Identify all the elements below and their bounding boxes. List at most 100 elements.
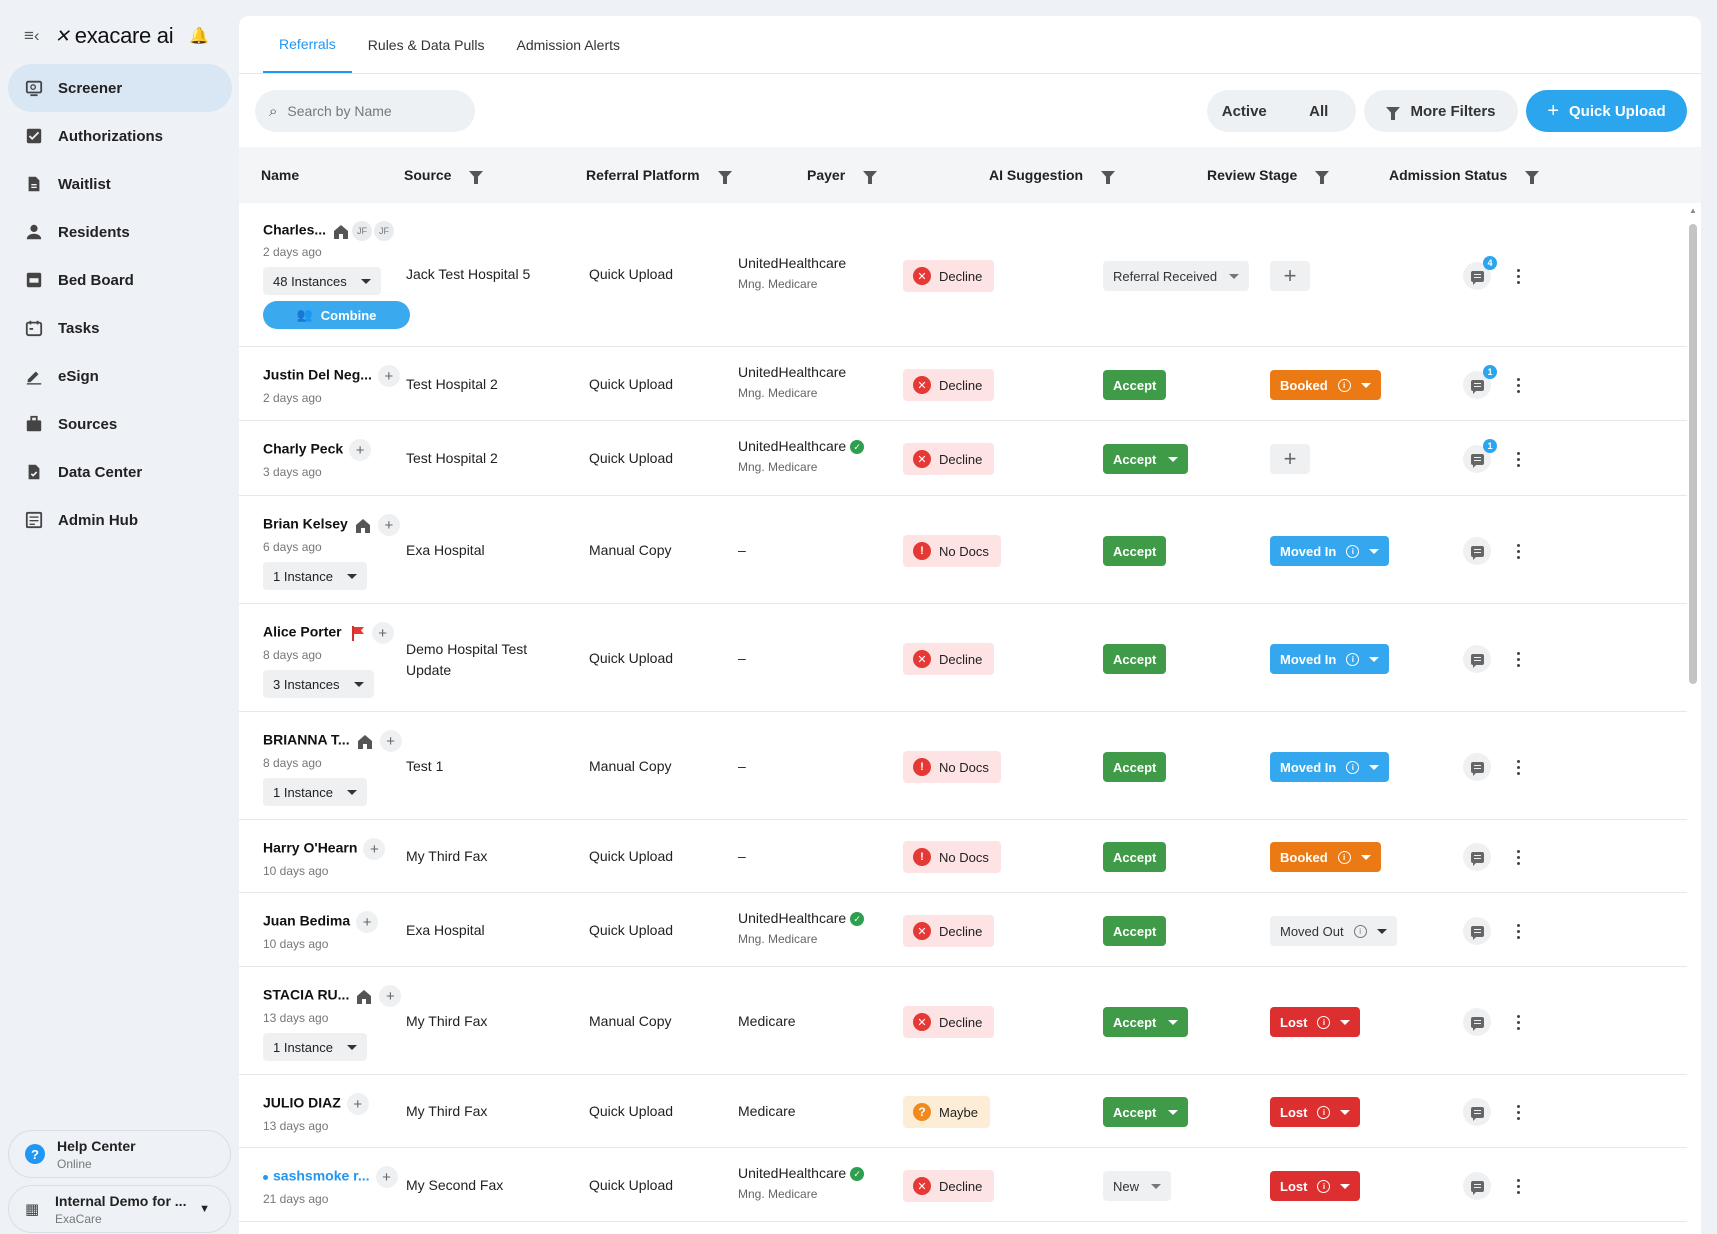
column-header-name[interactable]: Name (261, 147, 299, 203)
table-row[interactable]: Justin Del Neg... + 2 days ago Test Hospi… (239, 347, 1687, 421)
admission-status-dropdown[interactable]: Booked i (1270, 370, 1381, 400)
admission-status-dropdown[interactable]: Moved In i (1270, 536, 1390, 566)
resident-name[interactable]: Justin Del Neg... (263, 367, 372, 383)
table-row[interactable]: Charly Peck + 3 days ago Test Hospital 2 … (239, 421, 1687, 496)
column-header-source[interactable]: Source (404, 147, 484, 203)
table-row[interactable]: Brian Kelsey + 6 days ago 1 Instance Exa … (239, 496, 1687, 604)
review-stage-dropdown[interactable]: Accept (1103, 1007, 1189, 1037)
quick-upload-button[interactable]: + Quick Upload (1526, 90, 1687, 132)
table-row[interactable]: Juan Bedima + 10 days ago Exa Hospital Qu… (239, 893, 1687, 967)
sidebar-item-sources[interactable]: Sources (8, 400, 232, 448)
review-stage-button[interactable]: Accept (1103, 842, 1167, 872)
add-assignee-button[interactable]: + (363, 838, 386, 860)
search-input[interactable] (287, 103, 448, 119)
comments-button[interactable]: 4 (1463, 256, 1497, 290)
admission-status-dropdown[interactable]: Lost i (1270, 1171, 1361, 1201)
tab-admission-alerts[interactable]: Admission Alerts (501, 16, 636, 73)
comments-button[interactable] (1463, 917, 1491, 945)
sidebar-item-waitlist[interactable]: Waitlist (8, 160, 232, 208)
ai-suggestion-badge[interactable]: ! No Docs (903, 841, 1001, 873)
sidebar-item-data-center[interactable]: Data Center (8, 448, 232, 496)
ai-suggestion-badge[interactable]: ! No Docs (903, 535, 1001, 567)
combine-button[interactable]: 👥 Combine (263, 301, 410, 329)
review-stage-dropdown[interactable]: New (1103, 1171, 1172, 1201)
comments-button[interactable] (1463, 1172, 1491, 1200)
admission-status-dropdown[interactable]: Moved Out i (1270, 916, 1397, 946)
assignee-avatar[interactable]: JF (374, 221, 395, 241)
filter-active-button[interactable]: Active (1207, 103, 1282, 120)
add-admission-status-button[interactable]: + (1270, 444, 1310, 474)
admission-status-dropdown[interactable]: Lost i (1270, 1097, 1361, 1127)
column-header-review-stage[interactable]: Review Stage (1207, 147, 1330, 203)
more-options-icon[interactable] (1508, 537, 1528, 565)
add-assignee-button[interactable]: + (356, 911, 379, 933)
more-options-icon[interactable] (1508, 371, 1528, 399)
review-stage-button[interactable]: Accept (1103, 916, 1167, 946)
table-row[interactable]: JULIO DIAZ + 13 days ago My Third Fax Qui… (239, 1075, 1687, 1148)
column-header-admission-status[interactable]: Admission Status (1389, 147, 1540, 203)
scrollbar[interactable] (1689, 210, 1697, 1234)
comments-button[interactable] (1463, 537, 1491, 565)
review-stage-button[interactable]: Accept (1103, 644, 1167, 674)
notification-bell-icon[interactable]: 🔔 (189, 26, 209, 46)
table-row[interactable]: Alice Porter + 8 days ago 3 Instances Dem… (239, 604, 1687, 712)
admission-status-dropdown[interactable]: Moved In i (1270, 752, 1390, 782)
more-options-icon[interactable] (1508, 917, 1528, 945)
more-options-icon[interactable] (1508, 1172, 1528, 1200)
ai-suggestion-badge[interactable]: ✕ Decline (903, 643, 995, 675)
instances-dropdown[interactable]: 1 Instance (263, 562, 367, 590)
comments-button[interactable] (1463, 753, 1491, 781)
resident-name[interactable]: sashsmoke r... (273, 1168, 370, 1184)
ai-suggestion-badge[interactable]: ✕ Decline (903, 1006, 995, 1038)
more-options-icon[interactable] (1508, 843, 1528, 871)
sidebar-item-admin-hub[interactable]: Admin Hub (8, 496, 232, 544)
ai-suggestion-badge[interactable]: ? Maybe (903, 1096, 991, 1128)
add-assignee-button[interactable]: + (379, 730, 402, 752)
help-center-button[interactable]: ? Help Center Online (8, 1130, 231, 1178)
column-header-payer[interactable]: Payer (807, 147, 878, 203)
sidebar-item-bed-board[interactable]: Bed Board (8, 256, 232, 304)
ai-suggestion-badge[interactable]: ✕ Decline (903, 443, 995, 475)
comments-button[interactable] (1463, 645, 1491, 673)
table-row[interactable]: BRIANNA T... + 8 days ago 1 Instance Test… (239, 712, 1687, 820)
review-stage-button[interactable]: Accept (1103, 536, 1167, 566)
review-stage-dropdown[interactable]: Accept (1103, 1097, 1189, 1127)
resident-name[interactable]: JULIO DIAZ (263, 1095, 341, 1111)
table-row[interactable]: Harry O'Hearn + 10 days ago My Third Fax … (239, 820, 1687, 893)
organization-switcher[interactable]: ▦ Internal Demo for ... ExaCare ▼ (8, 1185, 231, 1233)
resident-name[interactable]: Alice Porter (263, 624, 342, 640)
table-row[interactable]: sashsmoke r... + 21 days ago My Second Fa… (239, 1148, 1687, 1222)
add-assignee-button[interactable]: + (349, 439, 372, 461)
more-options-icon[interactable] (1508, 445, 1528, 473)
resident-name[interactable]: Harry O'Hearn (263, 840, 357, 856)
ai-suggestion-badge[interactable]: ✕ Decline (903, 260, 995, 292)
instances-dropdown[interactable]: 48 Instances (263, 267, 381, 295)
assignee-avatar[interactable]: JF (352, 221, 373, 241)
more-filters-button[interactable]: More Filters (1364, 90, 1518, 132)
ai-suggestion-badge[interactable]: ! No Docs (903, 751, 1001, 783)
add-assignee-button[interactable]: + (377, 365, 400, 387)
resident-name[interactable]: Juan Bedima (263, 913, 350, 929)
comments-button[interactable] (1463, 1098, 1491, 1126)
tab-rules-data-pulls[interactable]: Rules & Data Pulls (352, 16, 501, 73)
more-options-icon[interactable] (1508, 1008, 1528, 1036)
filter-icon[interactable] (863, 171, 878, 184)
add-admission-status-button[interactable]: + (1270, 261, 1310, 291)
add-assignee-button[interactable]: + (346, 1093, 369, 1115)
filter-all-button[interactable]: All (1282, 103, 1357, 120)
add-assignee-button[interactable]: + (375, 1166, 398, 1188)
ai-suggestion-badge[interactable]: ✕ Decline (903, 915, 995, 947)
resident-name[interactable]: Brian Kelsey (263, 516, 348, 532)
table-row[interactable]: Charles... JF JF 2 days ago 48 Instances 👥… (239, 203, 1687, 347)
resident-name[interactable]: BRIANNA T... (263, 732, 350, 748)
resident-name[interactable]: STACIA RU... (263, 987, 349, 1003)
review-stage-button[interactable]: Accept (1103, 370, 1167, 400)
filter-icon[interactable] (1101, 171, 1116, 184)
comments-button[interactable]: 1 (1463, 439, 1497, 473)
add-assignee-button[interactable]: + (377, 514, 400, 536)
instances-dropdown[interactable]: 1 Instance (263, 1033, 367, 1061)
admission-status-dropdown[interactable]: Moved In i (1270, 644, 1390, 674)
column-header-ai-suggestion[interactable]: AI Suggestion (989, 147, 1116, 203)
review-stage-dropdown[interactable]: Accept (1103, 444, 1189, 474)
filter-icon[interactable] (1525, 171, 1540, 184)
